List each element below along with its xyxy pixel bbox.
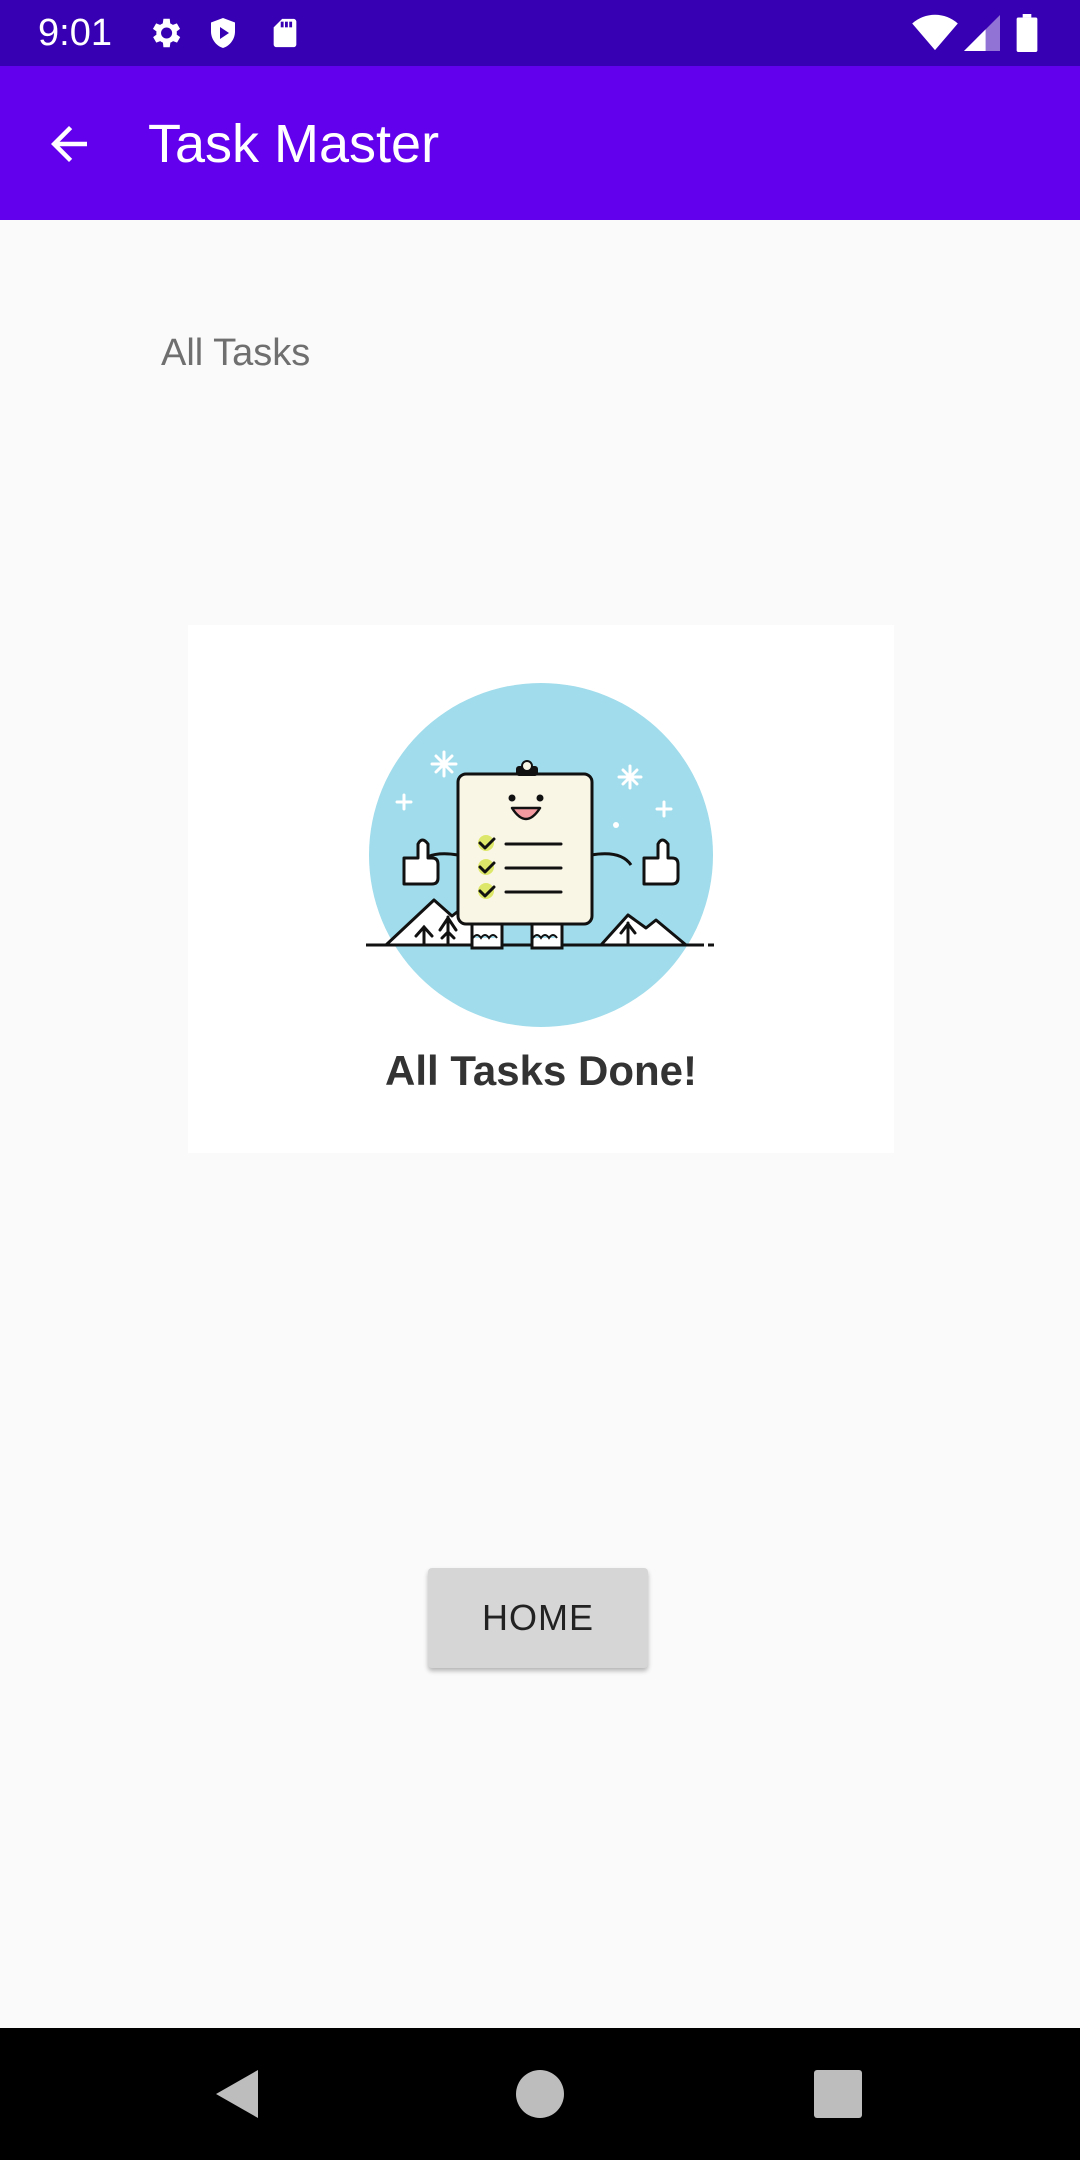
navigation-bar [0,2028,1080,2160]
clipboard-mascot-illustration [366,683,714,1027]
status-bar: 9:01 [0,0,1080,66]
arrow-back-icon [51,126,87,162]
wifi-icon [912,14,958,51]
app-title: Task Master [148,114,440,174]
empty-state-message: All Tasks Done! [385,1047,697,1094]
empty-state-card: All Tasks Done! [188,625,894,1153]
status-time: 9:01 [38,12,112,54]
battery-icon [1016,14,1038,52]
recents-square-icon[interactable] [808,2064,868,2124]
gear-icon [152,18,181,48]
signal-icon [964,15,1000,51]
app-bar: Task Master [0,66,1080,220]
back-button[interactable] [36,109,116,179]
section-label: All Tasks [161,332,311,374]
shield-play-icon [211,18,235,48]
home-button[interactable]: HOME [428,1568,648,1668]
home-circle-icon[interactable] [510,2064,570,2124]
back-triangle-icon[interactable] [210,2064,270,2124]
sd-card-icon [273,18,297,48]
